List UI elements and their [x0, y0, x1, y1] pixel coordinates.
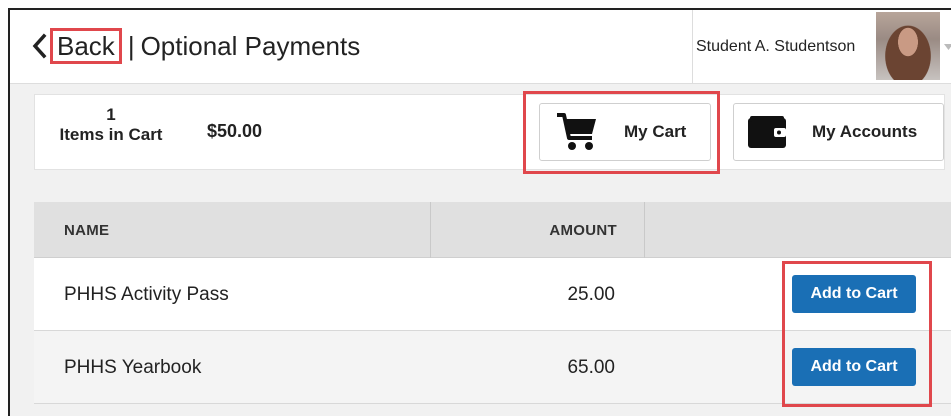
cart-total: $50.00 [207, 121, 263, 141]
column-header-name: NAME [64, 221, 110, 239]
items-count-value: 1 [106, 105, 116, 124]
column-divider [430, 202, 431, 258]
user-name: Student A. Studentson [696, 38, 856, 55]
my-accounts-button[interactable]: My Accounts [733, 103, 944, 161]
page-header: Back | Optional Payments Student A. Stud… [10, 10, 951, 84]
caret-down-icon[interactable] [944, 44, 951, 50]
cart-highlight-box [523, 91, 720, 174]
column-header-amount: AMOUNT [549, 221, 617, 239]
back-label[interactable]: Back [50, 28, 122, 64]
my-accounts-label: My Accounts [812, 122, 918, 141]
column-divider [644, 202, 645, 258]
page-title: Optional Payments [140, 30, 361, 61]
title-separator: | [127, 30, 135, 61]
item-name: PHHS Yearbook [64, 356, 202, 378]
item-amount: 65.00 [567, 356, 615, 378]
chevron-left-icon [32, 33, 47, 59]
item-amount: 25.00 [567, 283, 615, 305]
items-in-cart: 1 Items in Cart [49, 105, 173, 145]
app-frame: Back | Optional Payments Student A. Stud… [8, 8, 951, 416]
wallet-icon [748, 116, 786, 148]
item-name: PHHS Activity Pass [64, 283, 229, 305]
add-to-cart-highlight-box [782, 261, 932, 407]
table-header: NAME AMOUNT [34, 202, 951, 258]
back-link[interactable]: Back | Optional Payments [30, 28, 360, 64]
items-count-label: Items in Cart [59, 125, 163, 144]
avatar[interactable] [876, 12, 940, 80]
